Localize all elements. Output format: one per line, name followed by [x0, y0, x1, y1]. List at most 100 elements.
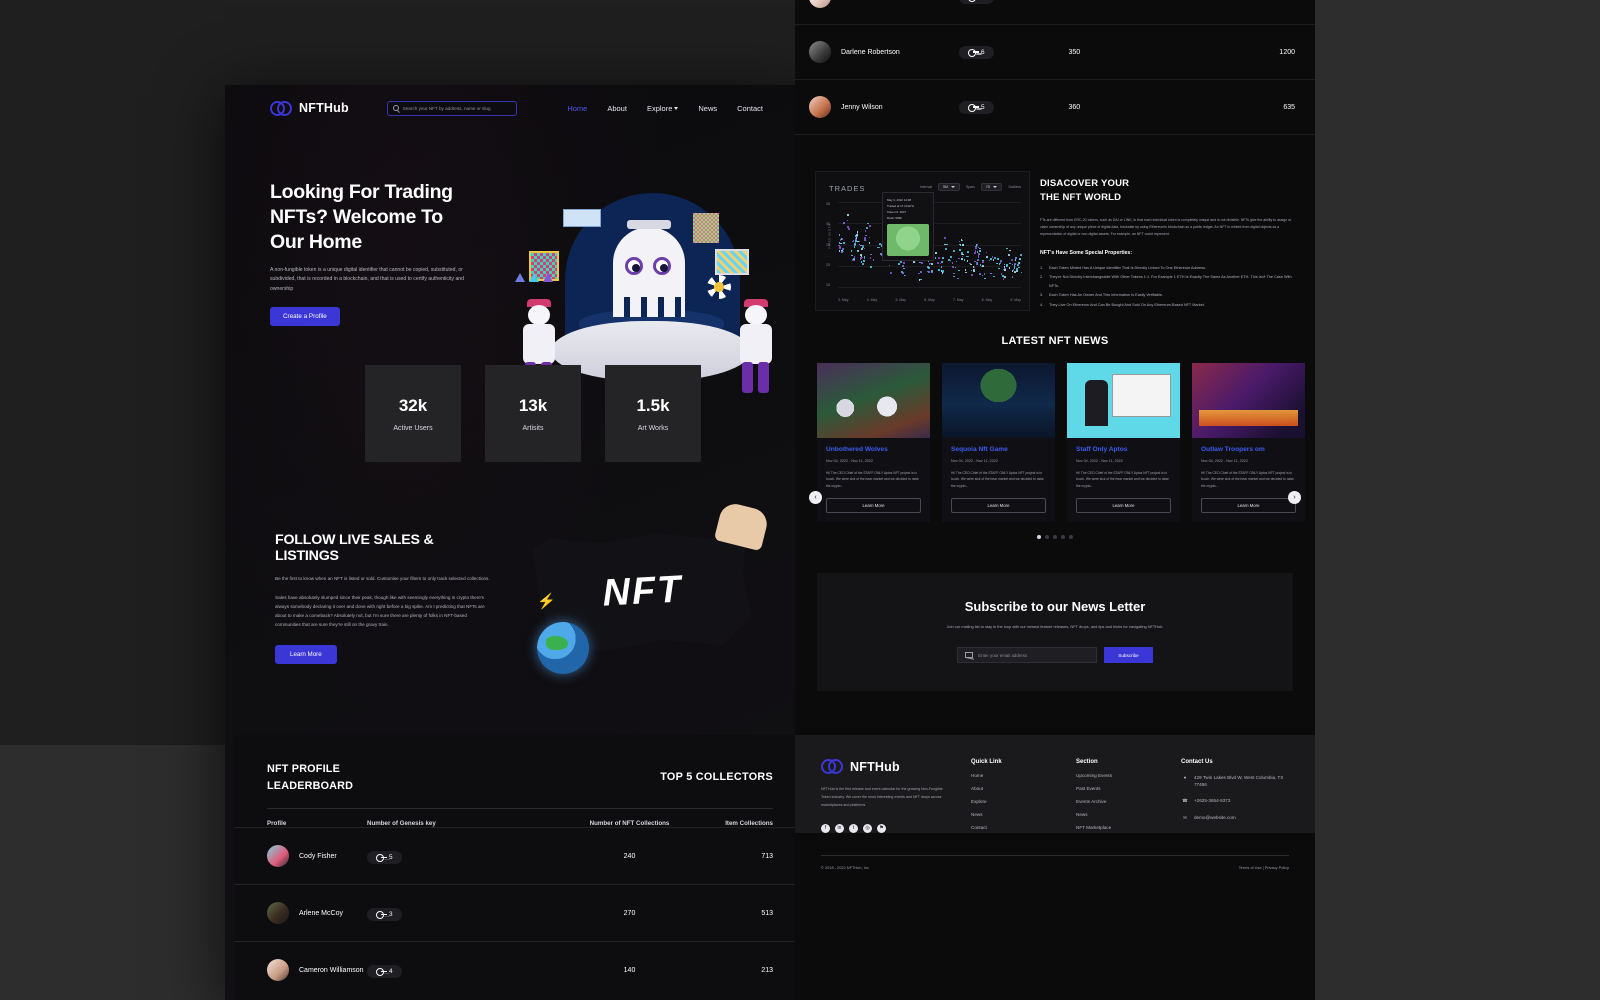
footer-link-contact[interactable]: Contact: [971, 825, 1076, 830]
nav-item-contact[interactable]: Contact: [737, 104, 763, 113]
stat-label: Artisits: [523, 425, 544, 432]
contact-phone: +2625-3654-9373: [1194, 797, 1230, 804]
genesis-cell: 5: [367, 847, 542, 865]
chart-data-point: [854, 256, 856, 258]
table-row[interactable]: Cameron Williamson 4 140 213: [795, 0, 1315, 25]
linkedin-icon[interactable]: in: [835, 824, 844, 833]
trades-chart[interactable]: TRADES Interval 5M Span 7D Outliers PRIC…: [815, 171, 1030, 311]
carousel-next-button[interactable]: ›: [1288, 491, 1301, 504]
email-field[interactable]: Enter your email address: [957, 647, 1097, 663]
hero-title: Looking For Trading NFTs? Welcome To Our…: [270, 180, 480, 255]
legal-links[interactable]: Terms of Use | Privacy Policy: [1239, 865, 1289, 870]
nav-item-home[interactable]: Home: [567, 104, 587, 113]
contact-heading: Contact Us: [1181, 759, 1289, 765]
follow-paragraph-2: Sales have absolutely slumped since thei…: [275, 594, 490, 630]
carousel-prev-button[interactable]: ‹: [809, 491, 822, 504]
outliers-label[interactable]: Outliers: [1008, 185, 1021, 189]
items-count: 635: [1215, 104, 1295, 111]
nav-item-explore[interactable]: Explore: [647, 104, 678, 113]
stat-label: Art Works: [638, 425, 669, 432]
twitter-icon[interactable]: t: [849, 824, 858, 833]
leaderboard-continued: Cameron Williamson 4 140 213 Darlene Rob…: [795, 0, 1315, 135]
news-learn-more-button[interactable]: Learn More: [951, 498, 1046, 513]
chart-data-point: [935, 257, 937, 259]
carousel-dot[interactable]: [1037, 535, 1041, 539]
footer-link-explore[interactable]: Explore: [971, 799, 1076, 804]
copyright-text: © 2018 - 2022 NFTHub, Inc: [821, 865, 869, 870]
news-card[interactable]: Sequoia Nft Game Nov 04, 2022 - Nov 11, …: [942, 363, 1055, 522]
footer-link-news[interactable]: News: [1076, 812, 1181, 817]
footer-link-past-events[interactable]: Past Events: [1076, 786, 1181, 791]
footer-logo[interactable]: NFTHub: [821, 759, 971, 774]
footer-link-news[interactable]: News: [971, 812, 1076, 817]
nfthub-logo-icon: [270, 101, 292, 116]
news-card[interactable]: Unbothered Wolves Nov 04, 2022 - Nov 11,…: [817, 363, 930, 522]
genesis-key-count: 4: [981, 0, 985, 1]
table-row[interactable]: Darlene Robertson 6 350 1200: [795, 25, 1315, 80]
chart-data-point: [965, 269, 967, 271]
chart-data-point: [847, 226, 849, 228]
chart-data-point: [1016, 268, 1018, 270]
footer-link-events-archive[interactable]: Events Archive: [1076, 799, 1181, 804]
carousel-dots: [817, 535, 1293, 539]
follow-learn-more-button[interactable]: Learn More: [275, 645, 337, 664]
phone-icon: ☎: [1181, 797, 1189, 805]
news-learn-more-button[interactable]: Learn More: [826, 498, 921, 513]
carousel-dot[interactable]: [1061, 535, 1065, 539]
genesis-cell: 4: [367, 961, 542, 979]
pinterest-icon[interactable]: ⚑: [877, 824, 886, 833]
news-learn-more-button[interactable]: Learn More: [1201, 498, 1296, 513]
contact-phone-row[interactable]: ☎ +2625-3654-9373: [1181, 797, 1289, 805]
footer-link-home[interactable]: Home: [971, 773, 1076, 778]
chart-data-point: [1004, 276, 1006, 278]
news-card[interactable]: Staff Only Aptos Nov 04, 2022 - Nov 11, …: [1067, 363, 1180, 522]
collector-name: Cameron Williamson: [299, 967, 364, 974]
chart-data-point: [959, 241, 961, 243]
facebook-icon[interactable]: f: [821, 824, 830, 833]
tooltip-nft-thumbnail: [887, 224, 929, 256]
contact-email-row[interactable]: ✉ demo@website.com: [1181, 814, 1289, 822]
news-learn-more-button[interactable]: Learn More: [1076, 498, 1171, 513]
carousel-dot[interactable]: [1069, 535, 1073, 539]
footer-link-nft-marketplace[interactable]: NFT Marketplace: [1076, 825, 1181, 830]
key-icon: [376, 854, 385, 860]
news-card-body: Hi! The CEO Chief of the STAFF ONLY Apto…: [1201, 470, 1296, 489]
subscribe-button[interactable]: Subscribe: [1104, 647, 1152, 663]
chart-data-point: [986, 256, 988, 258]
table-row[interactable]: Arlene McCoy 3 270 513: [235, 884, 805, 941]
nav-item-news[interactable]: News: [698, 104, 717, 113]
interval-select[interactable]: 5M: [938, 183, 960, 191]
chevron-down-icon: [993, 186, 997, 188]
carousel-dot[interactable]: [1053, 535, 1057, 539]
instagram-icon[interactable]: ◎: [863, 824, 872, 833]
footer-link-about[interactable]: About: [971, 786, 1076, 791]
carousel-dot[interactable]: [1045, 535, 1049, 539]
search-input[interactable]: Search your NFT by address, name or slug: [387, 101, 517, 116]
create-profile-button[interactable]: Create a Profile: [270, 307, 340, 326]
span-select[interactable]: 7D: [981, 183, 1003, 191]
genesis-key-count: 3: [389, 911, 393, 918]
span-label: Span: [966, 185, 975, 189]
footer-brand-name: NFTHub: [850, 760, 900, 774]
chart-data-point: [964, 259, 966, 261]
chart-data-point: [898, 263, 900, 265]
chart-data-point: [843, 251, 845, 253]
chart-data-point: [955, 267, 957, 269]
chart-data-point: [879, 243, 881, 245]
follow-paragraph-1: Be the first to know when an NFT is list…: [275, 575, 490, 584]
nav-item-about[interactable]: About: [607, 104, 627, 113]
table-row[interactable]: Cameron Williamson 4 140 213: [235, 941, 805, 998]
chart-data-point: [870, 266, 872, 268]
footer-link-upcoming-events[interactable]: Upcoming Events: [1076, 773, 1181, 778]
y-tick: 20: [826, 263, 830, 267]
brand-logo[interactable]: NFTHub: [270, 101, 349, 116]
genesis-cell: 3: [367, 904, 542, 922]
table-row[interactable]: Cody Fisher 5 240 713: [235, 827, 805, 884]
robot-body: [523, 324, 555, 364]
span-value: 7D: [986, 185, 991, 189]
chart-data-point: [839, 246, 841, 248]
chart-data-point: [982, 275, 984, 277]
table-row[interactable]: Jenny Wilson 5 360 635: [795, 80, 1315, 135]
chart-data-point: [1001, 273, 1003, 275]
chart-data-point: [920, 271, 922, 273]
